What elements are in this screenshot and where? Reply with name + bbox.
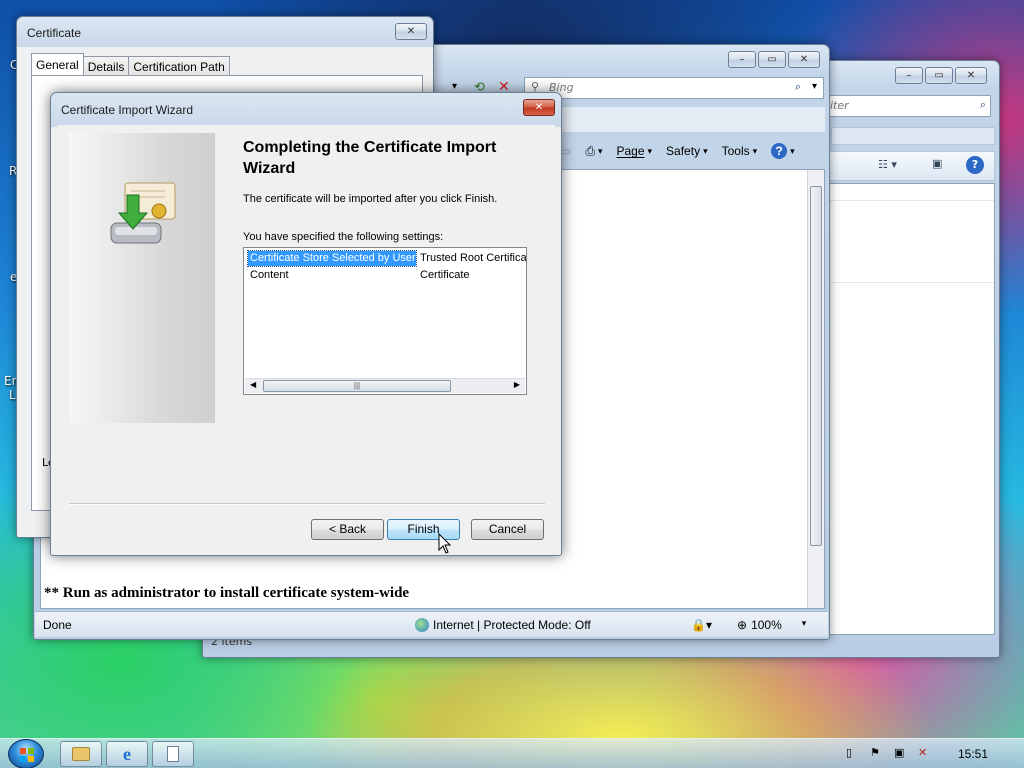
page-text-line: ** Run as administrator to install certi… [44, 585, 410, 601]
print-button[interactable]: ⎙ ▾ [585, 144, 602, 159]
bing-search-input[interactable]: ⚲ Bing ⌕ ▾ [524, 77, 824, 99]
security-zone[interactable]: Internet | Protected Mode: Off [415, 617, 591, 632]
dropdown-arrow-icon[interactable]: ▾ [452, 81, 457, 92]
explorer-menu-strip [831, 127, 995, 145]
taskbar-explorer-button[interactable] [60, 741, 102, 767]
caption-buttons: – ▭ ✕ [895, 67, 987, 84]
settings-list[interactable]: Certificate Store Selected by User Trust… [243, 247, 527, 395]
tab-certification-path[interactable]: Certification Path [128, 56, 230, 76]
volume-muted-icon[interactable]: ✕ [918, 746, 932, 760]
list-item[interactable]: Certificate Store Selected by User Trust… [247, 250, 527, 267]
maximize-button[interactable]: ▭ [758, 51, 786, 68]
scroll-right-icon[interactable]: ▶ [514, 380, 520, 389]
chevron-down-icon: ▾ [703, 145, 708, 156]
scroll-thumb[interactable] [810, 186, 822, 546]
network-icon[interactable]: ▣ [894, 746, 908, 760]
caption-buttons: ✕ [395, 23, 427, 40]
tab-strip: General Details Certification Path [31, 53, 230, 76]
minimize-button[interactable]: – [728, 51, 756, 68]
desktop-icon-label[interactable]: L [9, 388, 16, 402]
page-menu-label: Page [616, 144, 645, 158]
taskbar-document-button[interactable] [152, 741, 194, 767]
zoom-icon: ⊕ [737, 617, 748, 632]
clock[interactable]: 15:51 [958, 747, 988, 761]
setting-key: Content [250, 269, 289, 281]
import-wizard-dialog[interactable]: Certificate Import Wizard ✕ Completing t… [50, 92, 562, 556]
chevron-down-icon: ▾ [597, 145, 603, 156]
wizard-side-banner [69, 133, 215, 423]
start-button[interactable] [8, 739, 44, 768]
minimize-button[interactable]: – [895, 67, 923, 84]
zoom-level: 100% [751, 617, 782, 632]
wizard-body: Completing the Certificate Import Wizard… [57, 125, 555, 549]
search-dropdown-icon[interactable]: ▾ [812, 81, 817, 92]
view-options-icon[interactable]: ☷ ▾ [878, 158, 897, 171]
ie-status-bar: Done Internet | Protected Mode: Off 🔒▾ ⊕… [35, 611, 828, 637]
folder-icon [72, 747, 90, 761]
search-icon[interactable]: ⌕ [795, 80, 801, 94]
globe-icon [415, 617, 429, 632]
scroll-thumb[interactable]: ||| [263, 380, 451, 392]
zone-label: Internet | Protected Mode: Off [433, 617, 591, 632]
search-icon[interactable]: ⌕ [980, 98, 986, 112]
horizontal-scrollbar[interactable]: ◀ ||| ▶ [245, 378, 525, 393]
help-icon: ? [771, 143, 788, 159]
chevron-down-icon: ▾ [647, 145, 653, 156]
close-button[interactable]: ✕ [788, 51, 820, 68]
print-icon: ⎙ [585, 143, 595, 158]
page-menu[interactable]: Page ▾ [616, 144, 652, 158]
windows-logo-icon [20, 748, 34, 762]
setting-key: Certificate Store Selected by User [247, 250, 417, 267]
cancel-button[interactable]: Cancel [471, 519, 544, 540]
chevron-down-icon: ▾ [752, 145, 758, 156]
protected-mode-icon[interactable]: 🔒▾ [691, 618, 712, 632]
close-button[interactable]: ✕ [395, 23, 427, 40]
internet-explorer-icon: e [123, 743, 131, 764]
close-button[interactable]: ✕ [955, 67, 987, 84]
caption-buttons: ✕ [523, 99, 555, 116]
zoom-control[interactable]: ⊕ 100% ▾ [737, 618, 806, 632]
window-title: Certificate [27, 26, 82, 40]
safety-menu-label: Safety [666, 144, 701, 158]
caption-buttons: – ▭ ✕ [728, 51, 820, 68]
wizard-intro-text: The certificate will be imported after y… [243, 193, 498, 205]
wizard-heading: Completing the Certificate Import Wizard [243, 139, 497, 177]
certificate-install-icon [110, 182, 176, 244]
document-icon [167, 746, 179, 762]
tools-menu[interactable]: Tools ▾ [722, 144, 758, 158]
taskbar-ie-button[interactable]: e [106, 741, 148, 767]
taskbar: e ▯ ⚑ ▣ ✕ 15:51 [0, 738, 1024, 768]
setting-value: Certificate [420, 269, 470, 281]
preview-pane-icon[interactable]: ▣ [932, 157, 942, 170]
mouse-cursor-icon [438, 533, 452, 554]
button-separator [69, 503, 545, 505]
vertical-scrollbar[interactable] [807, 170, 824, 608]
help-icon[interactable]: ? [966, 156, 984, 174]
back-button[interactable]: < Back [311, 519, 384, 540]
action-center-flag-icon[interactable]: ⚑ [870, 746, 884, 760]
list-item[interactable]: Content Certificate [248, 268, 474, 283]
tab-details[interactable]: Details [82, 56, 130, 76]
search-input[interactable]: iter ⌕ [823, 95, 991, 117]
safety-menu[interactable]: Safety ▾ [666, 144, 708, 158]
window-title: Certificate Import Wizard [61, 103, 194, 117]
help-menu[interactable]: ? ▾ [771, 143, 795, 159]
chevron-down-icon: ▾ [790, 145, 795, 156]
tab-general[interactable]: General [31, 53, 84, 76]
search-placeholder: iter [830, 99, 849, 112]
chevron-down-icon: ▾ [801, 617, 807, 628]
scroll-left-icon[interactable]: ◀ [250, 380, 256, 389]
settings-label: You have specified the following setting… [243, 231, 444, 243]
close-button[interactable]: ✕ [523, 99, 555, 116]
maximize-button[interactable]: ▭ [925, 67, 953, 84]
setting-value: Trusted Root Certifica [420, 252, 527, 264]
status-text: Done [43, 617, 72, 632]
tools-menu-label: Tools [721, 144, 750, 158]
tray-icon[interactable]: ▯ [846, 746, 860, 760]
